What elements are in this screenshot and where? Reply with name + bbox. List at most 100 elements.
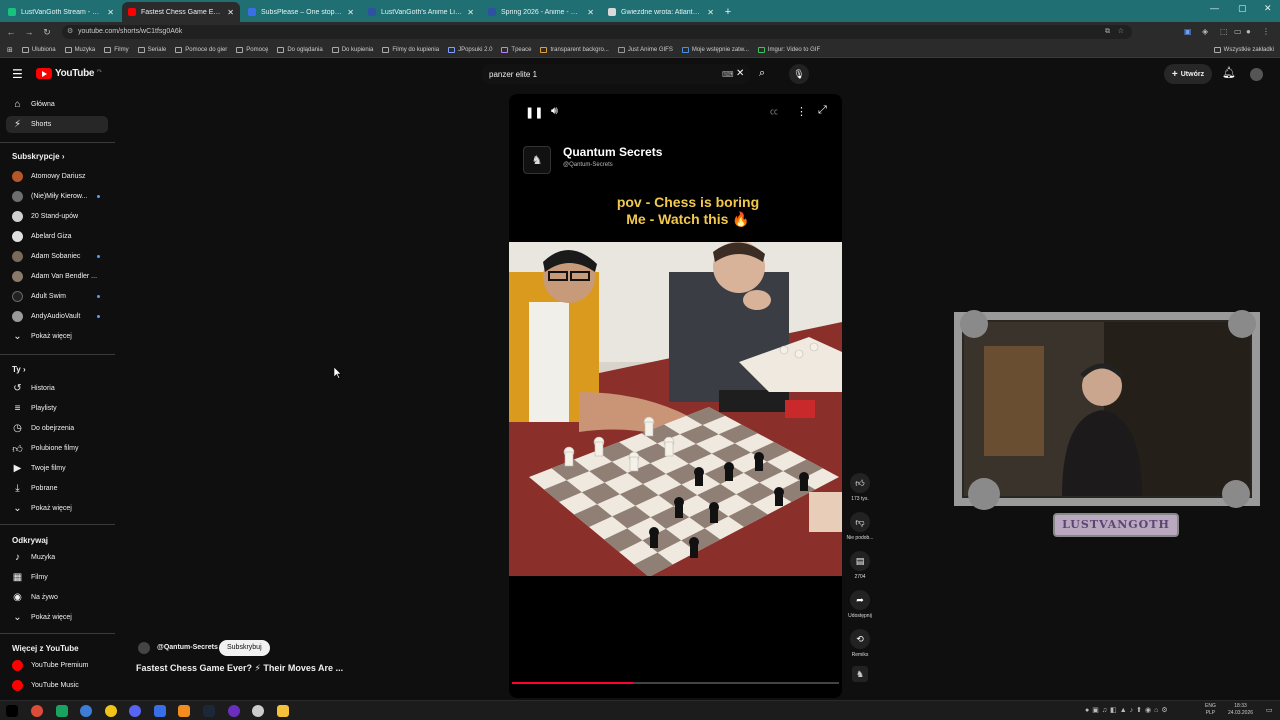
bookmark-item[interactable]: Moje wstępnie zatw... — [681, 46, 749, 53]
tab-close-icon[interactable]: ✕ — [107, 8, 114, 17]
app-taskbar-icon[interactable] — [56, 705, 68, 717]
you-header[interactable]: Ty › — [12, 365, 26, 374]
tab-close-icon[interactable]: ✕ — [347, 8, 354, 17]
app-taskbar-icon[interactable] — [105, 705, 117, 717]
bookmark-item[interactable]: Imgur: Video to GIF — [757, 46, 820, 53]
show-more-you[interactable]: ⌄ Pokaż więcej — [6, 500, 108, 517]
bookmark-item[interactable]: Pomoce do gier — [175, 46, 227, 53]
subscriptions-header[interactable]: Subskrypcje › — [12, 152, 64, 161]
bookmark-item[interactable]: JPopsuki 2.0 — [448, 46, 492, 53]
comments-button[interactable]: ▤ 2704 — [845, 551, 875, 580]
file-explorer-taskbar-icon[interactable] — [277, 705, 289, 717]
all-bookmarks[interactable]: Wszystkie zakładki — [1213, 46, 1274, 53]
bookmark-item[interactable]: Filmy — [104, 46, 129, 53]
new-tab-button[interactable]: + — [720, 2, 736, 22]
clock[interactable]: 18:33 24.03.2026 — [1228, 703, 1253, 717]
sidebar-item-youtube-premium[interactable]: YouTube Premium — [6, 657, 108, 674]
show-more-explore[interactable]: ⌄ Pokaż więcej — [6, 609, 108, 626]
tab-spring-2026[interactable]: Spring 2026 - Anime - MyAnim ✕ — [482, 2, 600, 22]
sidebar-item-subscription[interactable]: Adam Van Bendler ... — [6, 268, 108, 285]
language-indicator[interactable]: ENG PLP — [1205, 703, 1216, 717]
extension-icon[interactable]: ▣ — [1184, 27, 1192, 36]
apps-grid-icon[interactable]: ⊞ — [7, 46, 13, 54]
hamburger-menu-icon[interactable]: ☰ — [12, 67, 23, 81]
more-options-icon[interactable]: ⋮ — [796, 105, 807, 118]
site-info-icon[interactable]: ⚙ — [67, 25, 73, 39]
like-button[interactable]: 👍︎ 173 tys. — [845, 473, 875, 502]
sidebar-item-home[interactable]: ⌂ Główna — [6, 96, 108, 113]
bookmark-item[interactable]: Tpeace — [501, 46, 531, 53]
maximize-button[interactable]: ▢ — [1238, 3, 1247, 14]
channel-avatar[interactable] — [138, 642, 150, 654]
vlc-taskbar-icon[interactable] — [178, 705, 190, 717]
account-avatar[interactable] — [1250, 68, 1263, 81]
start-button[interactable] — [6, 705, 18, 717]
captions-icon[interactable]: ㏄ — [770, 106, 778, 117]
obs-taskbar-icon[interactable] — [252, 705, 264, 717]
sidebar-item-history[interactable]: ↺ Historia — [6, 380, 108, 397]
sidebar-item-music[interactable]: ♪ Muzyka — [6, 549, 108, 566]
sidebar-item-watch-later[interactable]: ◷ Do obejrzenia — [6, 420, 108, 437]
channel-handle[interactable]: @Qantum-Secrets — [157, 644, 218, 651]
fullscreen-icon[interactable]: ⤢ — [818, 104, 827, 117]
tab-close-icon[interactable]: ✕ — [587, 8, 594, 17]
pause-icon[interactable]: ❚❚ — [525, 106, 543, 119]
sidebar-item-youtube-music[interactable]: YouTube Music — [6, 677, 108, 694]
install-icon[interactable]: ⧉ — [1105, 25, 1110, 39]
reload-icon[interactable]: ↻ — [40, 27, 54, 38]
bookmark-item[interactable]: Pomocę — [236, 46, 268, 53]
sidebar-item-shorts[interactable]: ⚡ Shorts — [6, 116, 108, 133]
forward-icon[interactable]: → — [22, 27, 36, 37]
notifications-bell-icon[interactable]: 🔔︎ — [1222, 66, 1236, 79]
app-taskbar-icon[interactable] — [80, 705, 92, 717]
tab-close-icon[interactable]: ✕ — [707, 8, 714, 17]
show-more-subscriptions[interactable]: ⌄ Pokaż więcej — [6, 328, 108, 345]
share-button[interactable]: ➦ Udostępnij — [845, 590, 875, 619]
tab-anime-list[interactable]: LustVanGoth's Anime List - My ✕ — [362, 2, 480, 22]
sidebar-item-subscription[interactable]: Atomowy Dariusz — [6, 168, 108, 185]
sidebar-item-subscription[interactable]: (Nie)Miły Kierow... — [6, 188, 108, 205]
sidebar-item-subscription[interactable]: AndyAudioVault — [6, 308, 108, 325]
sound-source-thumbnail[interactable]: ♞ — [852, 666, 868, 682]
bookmark-item[interactable]: transparent backgro... — [540, 46, 609, 53]
app-taskbar-icon[interactable] — [228, 705, 240, 717]
bookmark-item[interactable]: Just Anime GIFS — [617, 46, 673, 53]
voice-search-icon[interactable]: 🎙 — [789, 64, 809, 84]
bookmark-item[interactable]: Muzyka — [64, 46, 95, 53]
create-button[interactable]: + Utwórz — [1164, 64, 1212, 84]
sidebar-item-subscription[interactable]: Abelard Giza — [6, 228, 108, 245]
extensions-puzzle-icon[interactable]: ⬚ — [1220, 27, 1228, 36]
tab-fastest-chess[interactable]: Fastest Chess Game Ever? ✕ — [122, 2, 240, 22]
shorts-player[interactable]: ❚❚ 🔊︎ ㏄ ⋮ ⤢ ♞ Quantum Secrets @Qantum-Se… — [509, 94, 842, 698]
sidebar-item-playlists[interactable]: ≡ Playlisty — [6, 400, 108, 417]
bookmark-item[interactable]: Seriale — [137, 46, 166, 53]
search-input[interactable]: panzer elite 1 — [489, 70, 537, 79]
back-icon[interactable]: ← — [4, 27, 18, 37]
clear-search-icon[interactable]: ✕ — [736, 68, 744, 79]
progress-bar[interactable] — [512, 682, 839, 684]
bookmark-star-icon[interactable]: ☆ — [1118, 25, 1124, 39]
profile-icon[interactable]: ● — [1246, 27, 1251, 36]
search-icon[interactable]: ⌕ — [759, 67, 765, 80]
remix-button[interactable]: ⟲ Remiks — [845, 629, 875, 658]
minimize-button[interactable]: — — [1210, 3, 1219, 13]
extension-icon[interactable]: ◈ — [1202, 27, 1208, 36]
address-bar[interactable]: ⚙ youtube.com/shorts/wC1tfsg0A6k ⧉ ☆ — [62, 25, 1132, 39]
sidebar-item-liked[interactable]: 👍︎ Polubione filmy — [6, 440, 108, 457]
tab-close-icon[interactable]: ✕ — [227, 8, 234, 17]
steam-taskbar-icon[interactable] — [203, 705, 215, 717]
tab-subsplease[interactable]: SubsPlease – One stop shop fo ✕ — [242, 2, 360, 22]
sidebar-item-live[interactable]: ◉ Na żywo — [6, 589, 108, 606]
dislike-button[interactable]: 👎︎ Nie podob... — [845, 512, 875, 541]
bookmark-item[interactable]: Ulubiona — [21, 46, 56, 53]
discord-taskbar-icon[interactable] — [129, 705, 141, 717]
sidebar-item-downloads[interactable]: ⤓ Pobrane — [6, 480, 108, 497]
tab-close-icon[interactable]: ✕ — [467, 8, 474, 17]
bookmark-item[interactable]: Do kupienia — [331, 46, 373, 53]
app-taskbar-icon[interactable] — [154, 705, 166, 717]
browser-menu-icon[interactable]: ⋮ — [1262, 27, 1270, 36]
bookmark-item[interactable]: Filmy do kupienia — [382, 46, 439, 53]
youtube-logo[interactable]: YouTube PL — [36, 68, 102, 79]
system-tray-icons[interactable]: ●▣♫◧▲♪⬆◉⌂⚙ — [1085, 706, 1171, 714]
notifications-icon[interactable]: ▭ — [1266, 706, 1273, 714]
